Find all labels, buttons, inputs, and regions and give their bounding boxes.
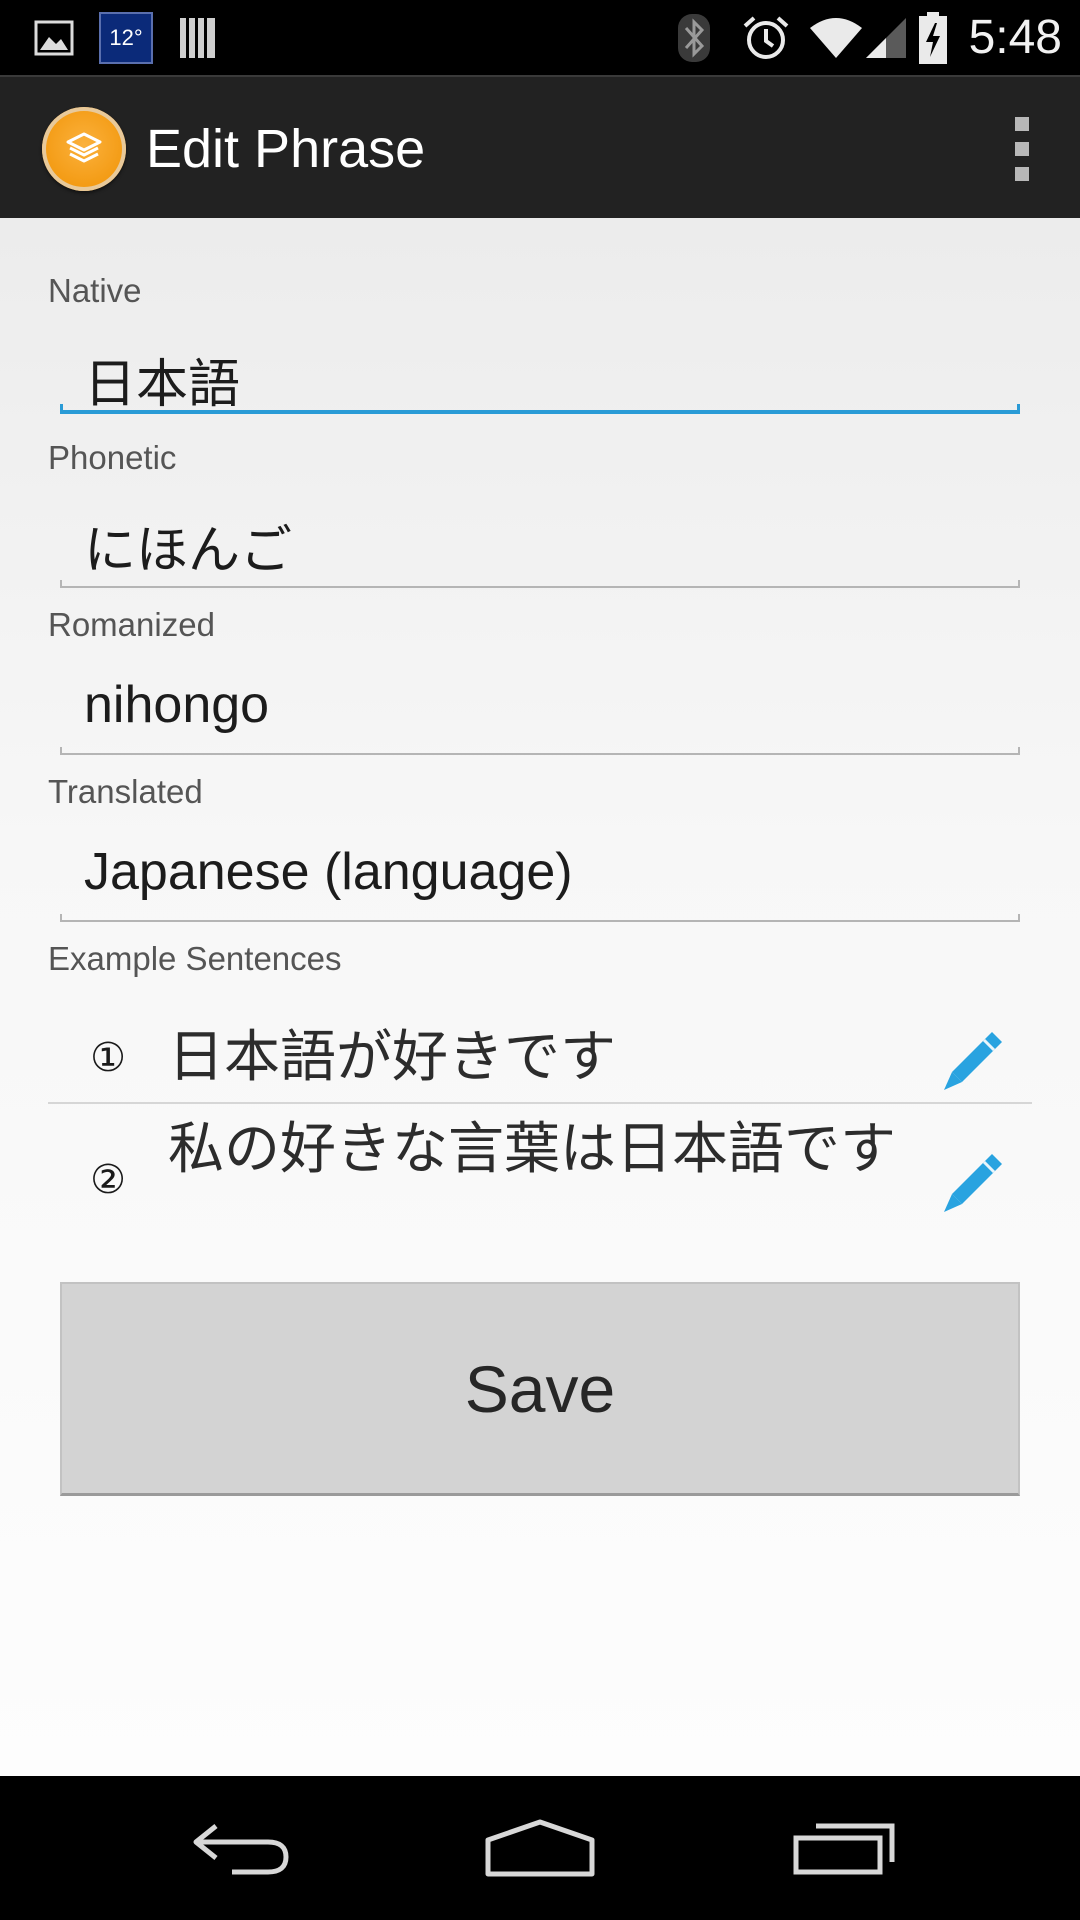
romanized-label: Romanized xyxy=(48,606,215,643)
native-input-underline xyxy=(60,404,1020,414)
overflow-menu-icon[interactable] xyxy=(1002,117,1042,181)
back-icon[interactable] xyxy=(160,1776,320,1920)
save-button[interactable]: Save xyxy=(60,1282,1020,1496)
image-icon xyxy=(30,0,78,75)
phonetic-input[interactable]: にほんご xyxy=(84,508,292,583)
wifi-icon xyxy=(808,0,864,75)
overflow-dot xyxy=(1015,117,1029,131)
overflow-dot xyxy=(1015,142,1029,156)
example-sentence-text: 日本語が好きです xyxy=(168,1025,616,1090)
page-title: Edit Phrase xyxy=(146,118,426,179)
screen: 12° 5:48 Edit Phrase Native 日本語 Phonetic… xyxy=(0,0,1080,1920)
signal-icon xyxy=(860,0,910,75)
barcode-icon xyxy=(176,0,220,75)
pencil-icon[interactable] xyxy=(940,1028,1006,1094)
translated-input[interactable]: Japanese (language) xyxy=(84,842,573,902)
example-sentence-text: 私の好きな言葉は日本語です xyxy=(168,1117,896,1182)
native-label: Native xyxy=(48,272,142,309)
translated-label: Translated xyxy=(48,773,203,810)
phonetic-label: Phonetic xyxy=(48,439,177,476)
status-bar: 12° 5:48 xyxy=(0,0,1080,75)
weather-icon: 12° xyxy=(99,12,153,64)
pencil-icon[interactable] xyxy=(940,1150,1006,1216)
weather-temp: 12° xyxy=(109,25,143,50)
phonetic-input-underline xyxy=(60,580,1020,588)
romanized-input-underline xyxy=(60,747,1020,755)
bluetooth-icon xyxy=(676,0,712,75)
example-sentences-label: Example Sentences xyxy=(48,940,342,977)
edit-phrase-form: Native 日本語 Phonetic にほんご Romanized nihon… xyxy=(0,218,1080,1776)
romanized-input[interactable]: nihongo xyxy=(84,675,269,735)
example-number: ① xyxy=(90,1035,126,1081)
home-icon[interactable] xyxy=(460,1776,620,1920)
alarm-icon xyxy=(740,0,792,75)
overflow-dot xyxy=(1015,167,1029,181)
clock: 5:48 xyxy=(968,11,1062,64)
example-sentence-row[interactable]: ② 私の好きな言葉は日本語です xyxy=(48,1104,1032,1254)
action-bar: Edit Phrase xyxy=(0,75,1080,218)
translated-input-underline xyxy=(60,914,1020,922)
example-number: ② xyxy=(90,1157,126,1203)
battery-charging-icon xyxy=(916,0,950,75)
layers-icon xyxy=(66,132,102,163)
recents-icon[interactable] xyxy=(764,1776,924,1920)
app-icon[interactable] xyxy=(42,107,126,191)
navigation-bar xyxy=(0,1776,1080,1920)
